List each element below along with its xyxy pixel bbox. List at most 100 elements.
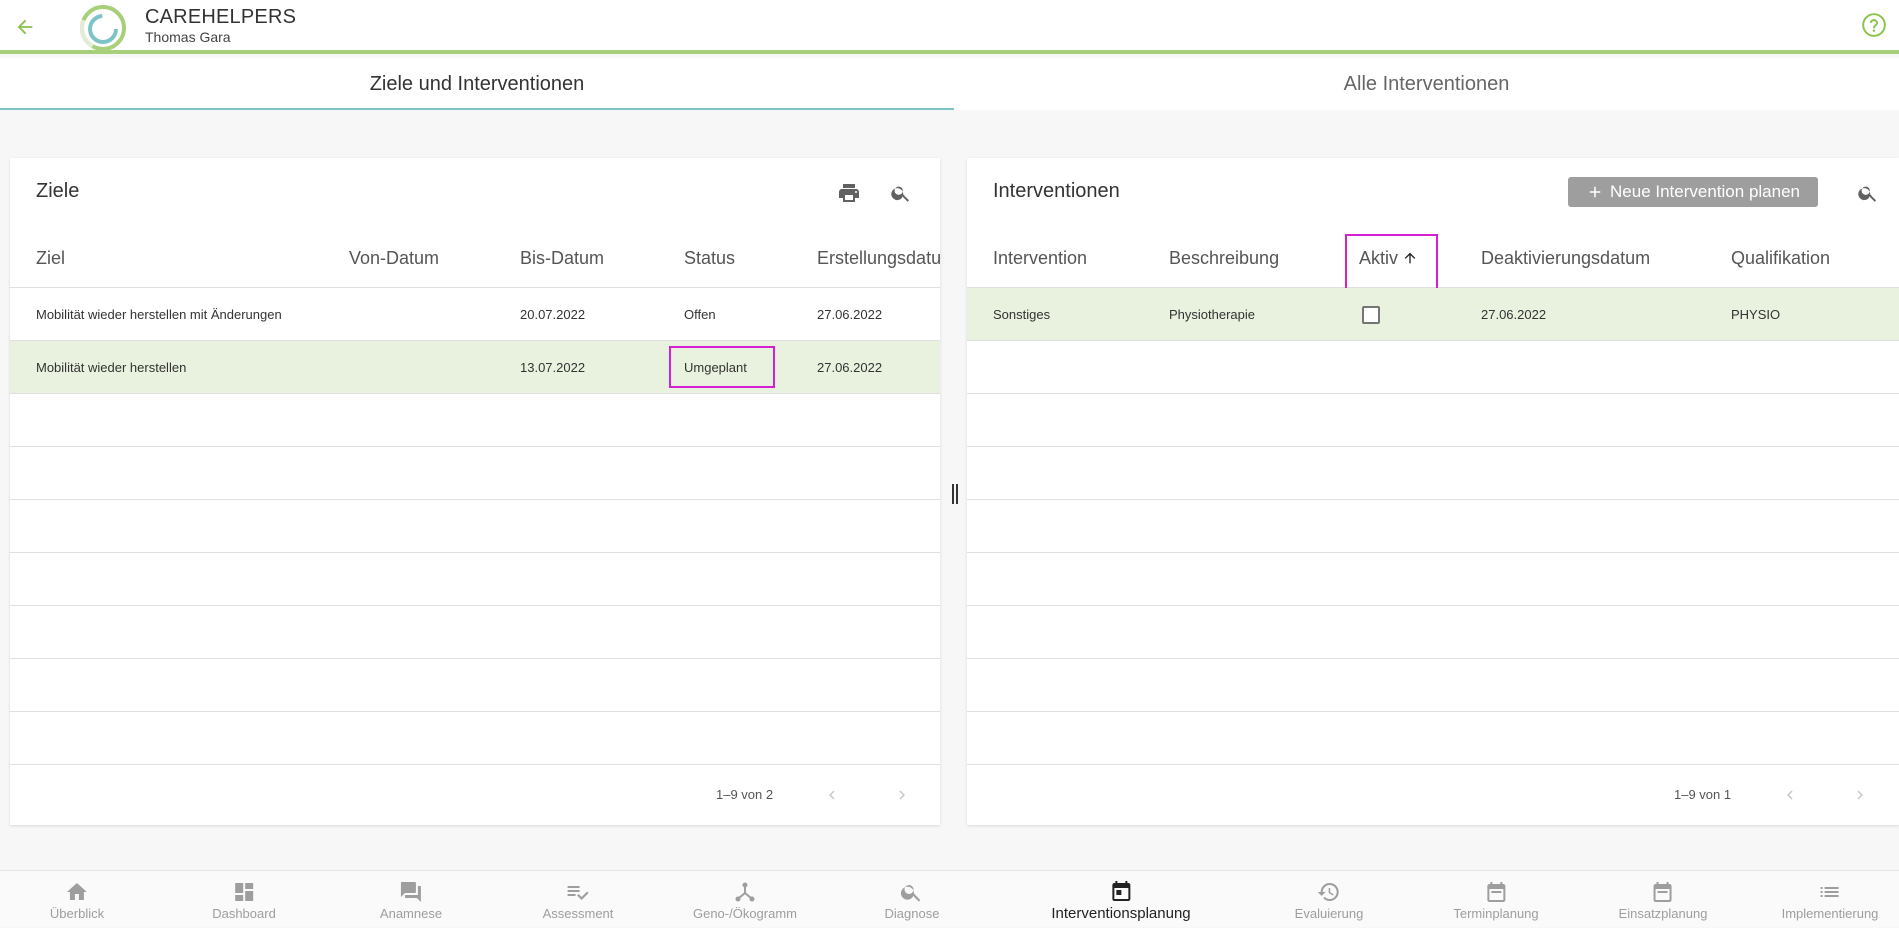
ziele-panel: Ziele Ziel Von-Datum Bis-Datum Status Er… xyxy=(10,158,940,825)
interventionen-title: Interventionen xyxy=(993,180,1120,202)
next-page-button[interactable] xyxy=(892,785,912,805)
patient-name: Thomas Gara xyxy=(145,29,231,45)
cell-deaktivierungsdatum: 27.06.2022 xyxy=(1481,307,1547,322)
cell-ziel: Mobilität wieder herstellen mit Änderung… xyxy=(36,307,282,322)
empty-row xyxy=(10,394,940,447)
column-header-intervention[interactable]: Intervention xyxy=(993,228,1087,288)
cell-erstellungsdatum: 27.06.2022 xyxy=(817,360,883,375)
interventionen-pagination: 1–9 von 1 xyxy=(967,765,1899,825)
ziele-pagination: 1–9 von 2 xyxy=(10,765,940,825)
empty-row xyxy=(967,447,1899,500)
status-highlight-box xyxy=(669,346,775,388)
checklist-icon xyxy=(568,886,589,900)
genogram-icon xyxy=(735,882,755,902)
app-title: CAREHELPERS xyxy=(145,6,297,28)
ziele-title: Ziele xyxy=(36,180,80,202)
tab-label: Alle Interventionen xyxy=(1343,72,1510,95)
nav-terminplanung[interactable]: Terminplanung xyxy=(1453,871,1539,928)
empty-row xyxy=(10,659,940,712)
column-header-erstellungsdatum[interactable]: Erstellungsdatu xyxy=(817,228,940,288)
panel-resize-handle[interactable] xyxy=(952,484,958,504)
nav-evaluierung[interactable]: Evaluierung xyxy=(1294,871,1364,928)
cell-qualifikation: PHYSIO xyxy=(1731,307,1781,322)
empty-row xyxy=(967,394,1899,447)
nav-label: Diagnose xyxy=(884,906,940,921)
cell-erstellungsdatum: 27.06.2022 xyxy=(817,307,883,322)
chevron-left-icon xyxy=(1787,790,1793,800)
search-icon xyxy=(1858,186,1877,202)
nav-label: Terminplanung xyxy=(1453,906,1539,921)
chevron-left-icon xyxy=(829,790,835,800)
pagination-range: 1–9 von 1 xyxy=(1674,787,1732,802)
app-header: CAREHELPERS Thomas Gara xyxy=(0,0,1899,54)
empty-row xyxy=(967,712,1899,765)
nav-label: Implementierung xyxy=(1781,906,1879,921)
chat-icon xyxy=(401,882,421,902)
tab-label: Ziele und Interventionen xyxy=(369,72,585,95)
carehelpers-logo xyxy=(80,5,126,51)
nav-diagnose[interactable]: Diagnose xyxy=(884,871,940,928)
previous-page-button[interactable] xyxy=(822,785,842,805)
empty-row xyxy=(967,659,1899,712)
cell-bis-datum: 20.07.2022 xyxy=(520,307,586,322)
column-header-deaktivierungsdatum[interactable]: Deaktivierungsdatum xyxy=(1481,228,1650,288)
new-intervention-label: Neue Intervention planen xyxy=(1610,182,1800,201)
column-header-von-datum[interactable]: Von-Datum xyxy=(349,228,439,288)
tab-alle-interventionen[interactable]: Alle Interventionen xyxy=(954,58,1899,110)
table-row-selected[interactable]: Mobilität wieder herstellen 13.07.2022 U… xyxy=(10,341,940,394)
chevron-right-icon xyxy=(899,790,905,800)
table-row[interactable]: Mobilität wieder herstellen mit Änderung… xyxy=(10,288,940,341)
empty-row xyxy=(10,500,940,553)
nav-einsatzplanung[interactable]: Einsatzplanung xyxy=(1618,871,1708,928)
list-icon xyxy=(1820,887,1839,897)
nav-interventionsplanung[interactable]: Interventionsplanung xyxy=(1051,871,1191,928)
cell-bis-datum: 13.07.2022 xyxy=(520,360,586,375)
interventionen-search-button[interactable] xyxy=(1853,178,1883,208)
nav-label: Evaluierung xyxy=(1294,906,1364,921)
previous-page-button[interactable] xyxy=(1780,785,1800,805)
nav-label: Interventionsplanung xyxy=(1051,905,1191,922)
empty-row xyxy=(967,500,1899,553)
print-icon xyxy=(839,184,859,202)
tab-ziele-und-interventionen[interactable]: Ziele und Interventionen xyxy=(0,58,954,110)
print-button[interactable] xyxy=(834,178,864,208)
nav-implementierung[interactable]: Implementierung xyxy=(1781,871,1879,928)
column-header-beschreibung[interactable]: Beschreibung xyxy=(1169,228,1279,288)
next-page-button[interactable] xyxy=(1850,785,1870,805)
back-button[interactable] xyxy=(10,12,40,42)
empty-row xyxy=(10,553,940,606)
cell-beschreibung: Physiotherapie xyxy=(1169,307,1255,322)
nav-geno-oekogramm[interactable]: Geno-/Ökogramm xyxy=(693,871,797,928)
plus-icon xyxy=(1589,186,1601,198)
ziele-search-button[interactable] xyxy=(886,178,916,208)
column-header-ziel[interactable]: Ziel xyxy=(36,228,65,288)
help-button[interactable] xyxy=(1861,12,1887,38)
nav-label: Dashboard xyxy=(212,906,276,921)
column-header-bis-datum[interactable]: Bis-Datum xyxy=(520,228,604,288)
ziele-panel-header: Ziele xyxy=(10,158,940,228)
new-intervention-button[interactable]: Neue Intervention planen xyxy=(1568,177,1818,207)
nav-ueberblick[interactable]: Überblick xyxy=(50,871,104,928)
nav-label: Einsatzplanung xyxy=(1618,906,1708,921)
cell-status: Offen xyxy=(684,307,716,322)
main-tabs: Ziele und Interventionen Alle Interventi… xyxy=(0,58,1899,110)
empty-row xyxy=(10,712,940,765)
nav-label: Assessment xyxy=(542,906,614,921)
dashboard-icon xyxy=(234,883,253,901)
nav-anamnese[interactable]: Anamnese xyxy=(380,871,442,928)
calendar-icon xyxy=(1654,882,1672,902)
search-icon xyxy=(891,186,910,202)
calendar-icon xyxy=(1112,881,1130,901)
aktiv-checkbox[interactable] xyxy=(1362,305,1380,324)
empty-row xyxy=(10,606,940,659)
cell-ziel: Mobilität wieder herstellen xyxy=(36,360,187,375)
cell-aktiv xyxy=(1362,288,1380,341)
nav-dashboard[interactable]: Dashboard xyxy=(212,871,276,928)
history-icon xyxy=(1318,882,1340,901)
table-row-selected[interactable]: Sonstiges Physiotherapie 27.06.2022 PHYS… xyxy=(967,288,1899,341)
nav-assessment[interactable]: Assessment xyxy=(542,871,614,928)
chevron-right-icon xyxy=(1857,790,1863,800)
column-header-status[interactable]: Status xyxy=(684,228,735,288)
search-icon xyxy=(901,885,921,902)
column-header-qualifikation[interactable]: Qualifikation xyxy=(1731,228,1830,288)
